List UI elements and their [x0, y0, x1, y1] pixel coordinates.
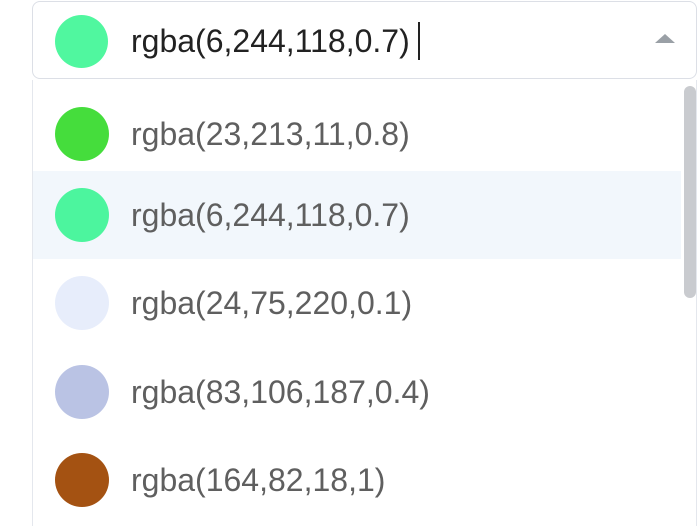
color-options-dropdown[interactable]: rgba(23,213,11,0.8) rgba(6,244,118,0.7) … [32, 80, 697, 526]
text-cursor [417, 21, 420, 60]
color-option[interactable]: rgba(24,75,220,0.1) [33, 259, 681, 347]
color-swatch [55, 188, 109, 242]
color-select-value-text: rgba(6,244,118,0.7) [131, 23, 410, 59]
color-select-value[interactable]: rgba(6,244,118,0.7) [131, 20, 420, 63]
color-option-label: rgba(23,213,11,0.8) [131, 116, 410, 152]
color-swatch [55, 453, 109, 507]
color-option-label: rgba(83,106,187,0.4) [131, 374, 430, 410]
color-option-label: rgba(6,244,118,0.7) [131, 197, 410, 233]
color-option[interactable]: rgba(23,213,11,0.8) [33, 90, 681, 178]
color-select-input[interactable]: rgba(6,244,118,0.7) [32, 1, 697, 79]
color-swatch [55, 365, 109, 419]
chevron-up-icon[interactable] [655, 34, 675, 43]
dropdown-scrollbar[interactable] [684, 86, 696, 298]
color-option[interactable]: rgba(164,82,18,1) [33, 436, 681, 524]
color-option[interactable]: rgba(83,106,187,0.4) [33, 348, 681, 436]
color-swatch [55, 107, 109, 161]
color-option[interactable]: rgba(6,244,118,0.7) [33, 171, 681, 259]
selected-color-swatch [55, 15, 108, 68]
color-option-label: rgba(164,82,18,1) [131, 462, 386, 498]
color-option-label: rgba(24,75,220,0.1) [131, 285, 413, 321]
color-swatch [55, 276, 109, 330]
